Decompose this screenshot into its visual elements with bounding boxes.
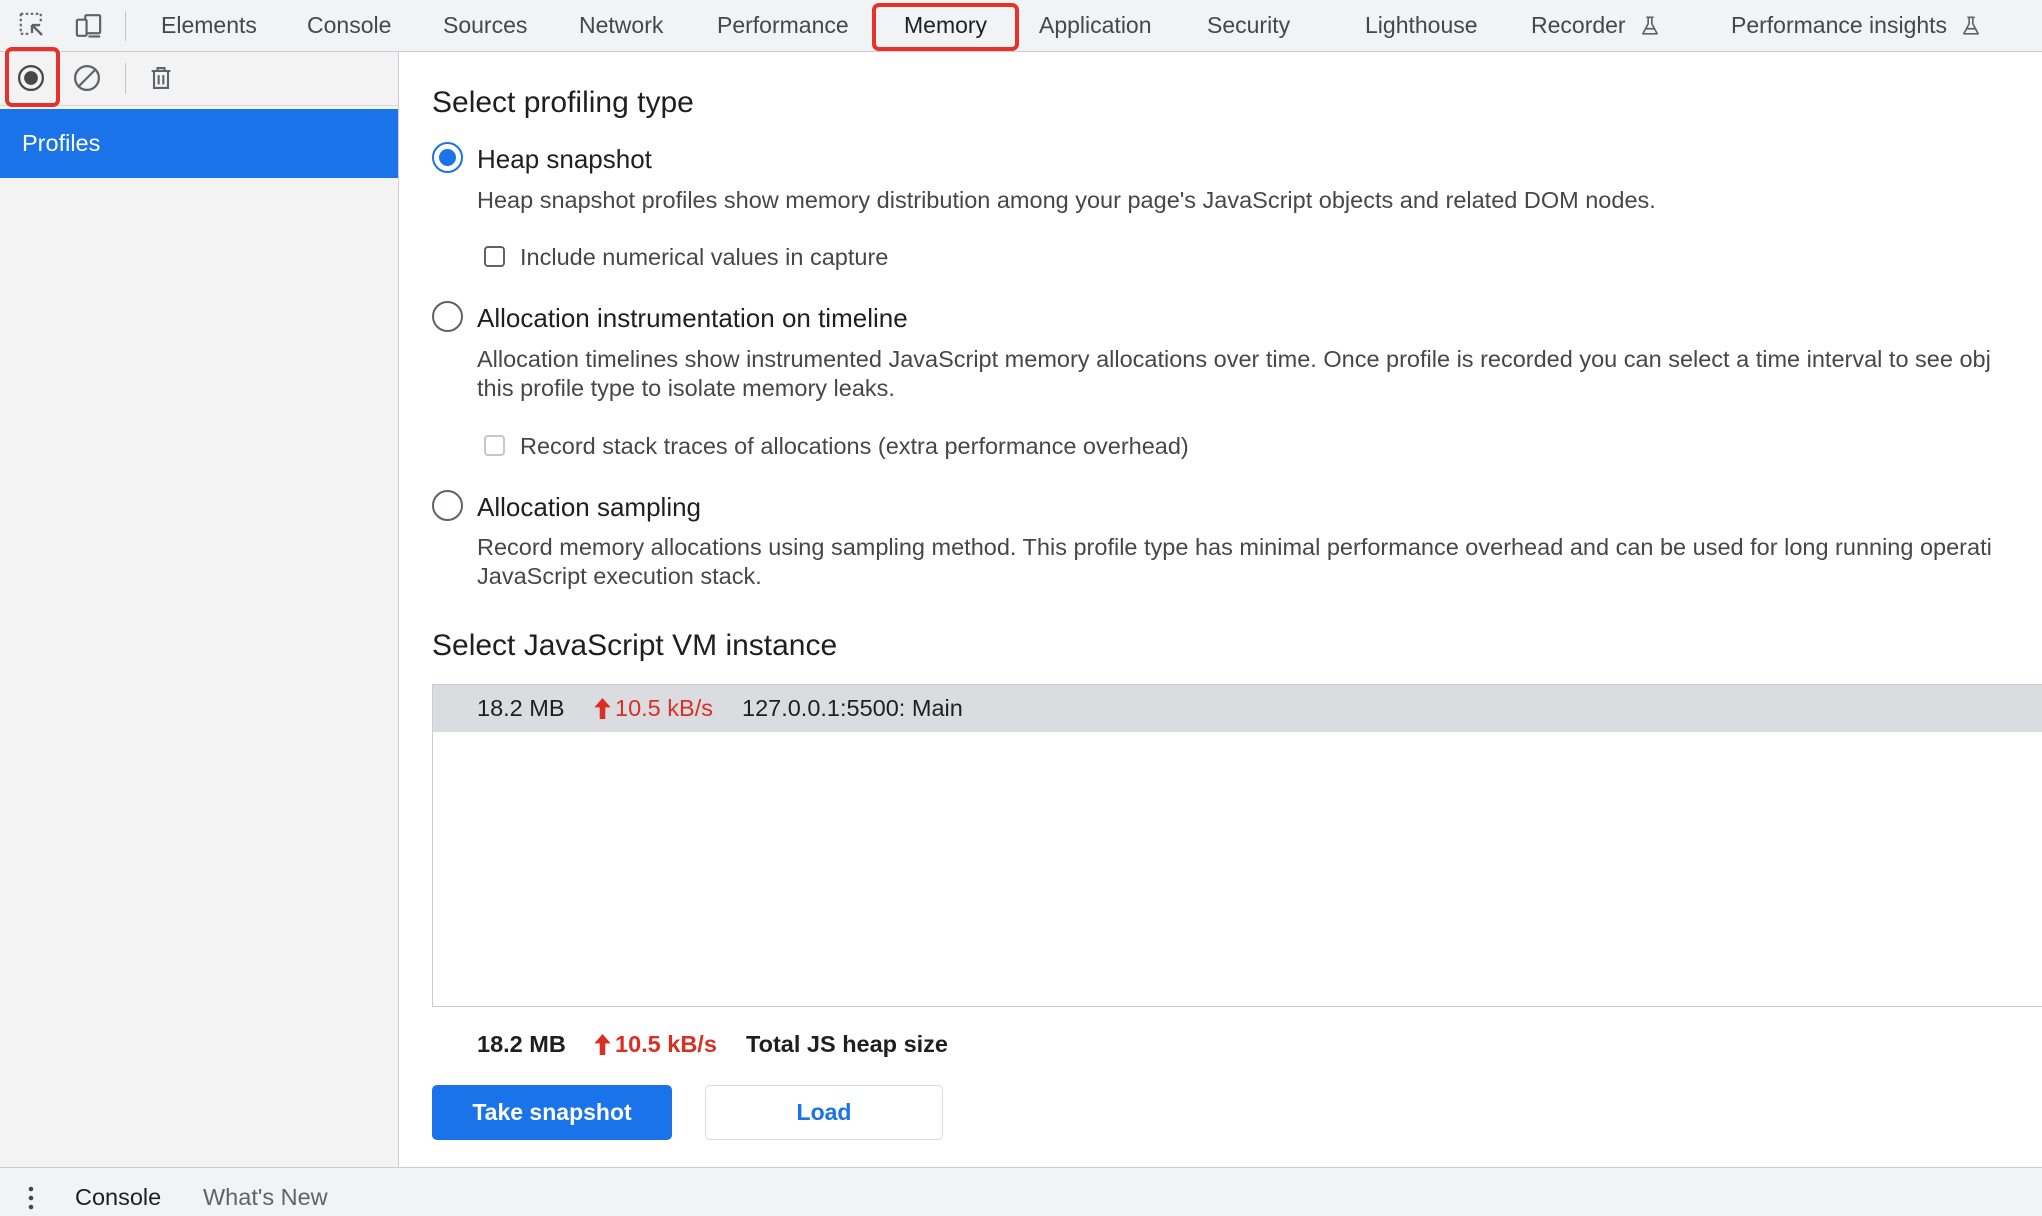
arrow-up-icon [594,698,611,719]
total-heap-rate: 10.5 kB/s [594,1030,717,1059]
tab-security[interactable]: Security [1207,0,1290,51]
heap-rate: 10.5 kB/s [594,685,713,732]
load-button[interactable]: Load [705,1085,943,1140]
memory-toolbar [0,52,398,106]
tab-label: Performance [717,12,849,38]
option-label-allocation-sampling[interactable]: Allocation sampling [477,491,701,523]
total-heap-label: Total JS heap size [746,1031,948,1057]
tab-network[interactable]: Network [579,0,663,51]
clear-icon[interactable] [72,63,102,93]
total-heap-size: 18.2 MB [477,1031,566,1057]
tab-label: Recorder [1531,12,1626,38]
tab-label: Network [579,12,664,38]
tab-label: Memory [904,12,988,38]
tab-recorder[interactable]: Recorder [1531,0,1661,51]
arrow-up-icon [594,1034,611,1055]
flask-icon [1639,15,1661,37]
memory-panel: Select profiling type Heap snapshot Heap… [399,52,2042,1167]
drawer-tab-whats-new[interactable]: What's New [203,1183,328,1212]
tab-performance-insights[interactable]: Performance insights [1731,0,1982,51]
tab-memory[interactable]: Memory [904,0,987,51]
toolbar-divider [125,63,126,94]
radio-allocation-timeline[interactable] [432,301,463,332]
flask-icon [1960,15,1982,37]
main-tab-bar: Elements Console Sources Network Perform… [0,0,2042,52]
radio-allocation-sampling[interactable] [432,490,463,521]
tab-label: Console [307,12,392,38]
tab-label: Security [1207,12,1291,38]
option-description: JavaScript execution stack. [477,563,762,589]
tab-label: Application [1039,12,1152,38]
profiles-sidebar: Profiles [0,52,399,1167]
option-description: Record memory allocations using sampling… [477,534,1992,560]
sidebar-item-profiles[interactable]: Profiles [0,109,398,178]
tab-sources[interactable]: Sources [443,0,527,51]
sidebar-item-label: Profiles [22,130,101,156]
option-description: Allocation timelines show instrumented J… [477,346,1991,372]
inspect-element-icon[interactable] [17,10,47,40]
option-description: this profile type to isolate memory leak… [477,375,895,401]
take-snapshot-button[interactable]: Take snapshot [432,1085,672,1140]
toolbar-divider [125,11,126,41]
device-toolbar-icon[interactable] [73,10,104,41]
tab-lighthouse[interactable]: Lighthouse [1365,0,1478,51]
drawer-tab-bar: Console What's New [0,1167,2042,1216]
heap-rate-value: 10.5 kB/s [615,695,713,721]
drawer-tab-console[interactable]: Console [75,1183,161,1212]
tab-application[interactable]: Application [1039,0,1152,51]
vm-instance-name: 127.0.0.1:5500: Main [742,695,963,721]
heap-size: 18.2 MB [477,695,565,721]
section-heading-profiling-type: Select profiling type [432,86,694,119]
checkbox-label[interactable]: Include numerical values in capture [520,243,888,272]
option-description: Heap snapshot profiles show memory distr… [477,187,1656,213]
radio-heap-snapshot[interactable] [432,142,463,173]
option-label-allocation-timeline[interactable]: Allocation instrumentation on timeline [477,302,908,334]
vm-instance-row[interactable]: 18.2 MB 10.5 kB/s 127.0.0.1:5500: Main [433,685,2042,732]
tab-label: Lighthouse [1365,12,1478,38]
checkbox-include-numerical-values[interactable] [484,246,505,267]
tab-performance[interactable]: Performance [717,0,849,51]
tab-elements[interactable]: Elements [161,0,257,51]
section-heading-vm-instance: Select JavaScript VM instance [432,629,838,662]
checkbox-label[interactable]: Record stack traces of allocations (extr… [520,432,1189,461]
tab-label: Sources [443,12,528,38]
total-heap-rate-value: 10.5 kB/s [615,1031,717,1057]
tab-console[interactable]: Console [307,0,391,51]
checkbox-record-stack-traces[interactable] [484,435,505,456]
record-icon[interactable] [16,63,46,93]
tab-label: Elements [161,12,257,38]
kebab-menu-icon[interactable] [27,1185,35,1211]
vm-instance-list: 18.2 MB 10.5 kB/s 127.0.0.1:5500: Main [432,684,2042,1007]
trash-icon[interactable] [147,64,175,92]
tab-label: Performance insights [1731,12,1948,38]
option-label-heap-snapshot[interactable]: Heap snapshot [477,143,652,175]
